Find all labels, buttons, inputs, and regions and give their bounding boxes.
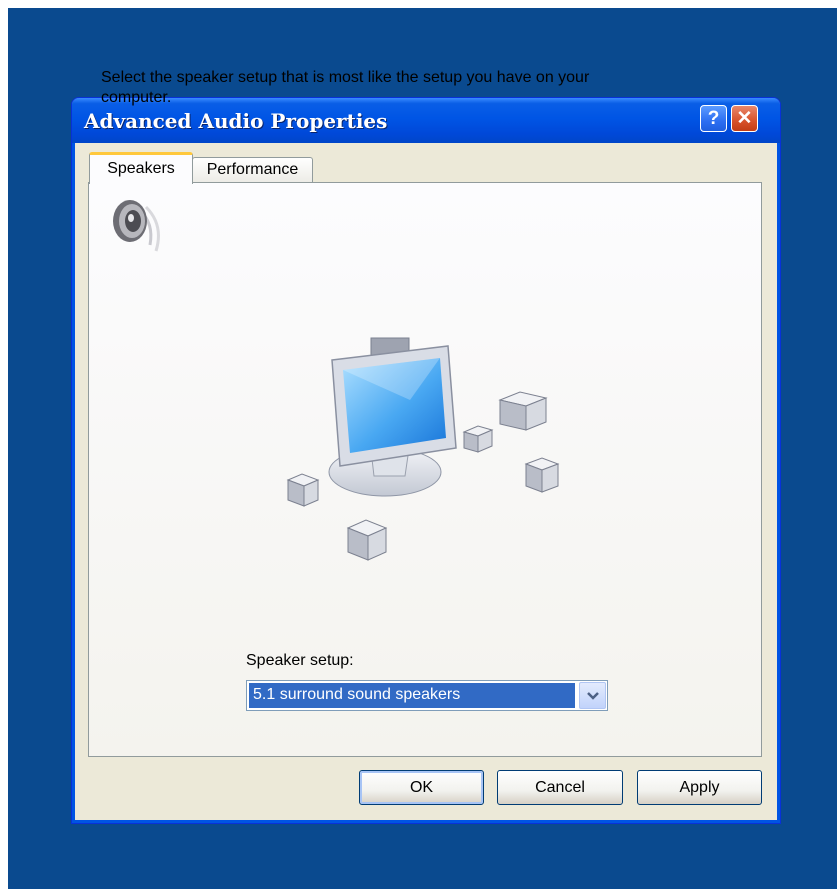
tab-speakers[interactable]: Speakers — [89, 152, 193, 184]
ok-button[interactable]: OK — [359, 770, 484, 805]
chevron-down-icon — [587, 692, 599, 700]
speaker-setup-selected-value[interactable]: 5.1 surround sound speakers — [249, 683, 575, 708]
speaker-setup-description: Select the speaker setup that is most li… — [101, 69, 590, 106]
dropdown-arrow-button[interactable] — [579, 682, 606, 709]
help-button[interactable]: ? — [700, 105, 727, 132]
speaker-icon — [110, 197, 162, 258]
apply-button[interactable]: Apply — [637, 770, 762, 805]
help-icon: ? — [707, 108, 720, 129]
close-icon: ✕ — [736, 108, 753, 129]
window-title: Advanced Audio Properties — [84, 109, 388, 133]
close-button[interactable]: ✕ — [731, 105, 758, 132]
tab-performance[interactable]: Performance — [192, 157, 313, 183]
cancel-button[interactable]: Cancel — [497, 770, 623, 805]
speaker-setup-label: Speaker setup: — [246, 652, 354, 669]
speaker-setup-dropdown[interactable]: 5.1 surround sound speakers — [246, 680, 608, 711]
surround-speaker-illustration — [270, 330, 570, 585]
